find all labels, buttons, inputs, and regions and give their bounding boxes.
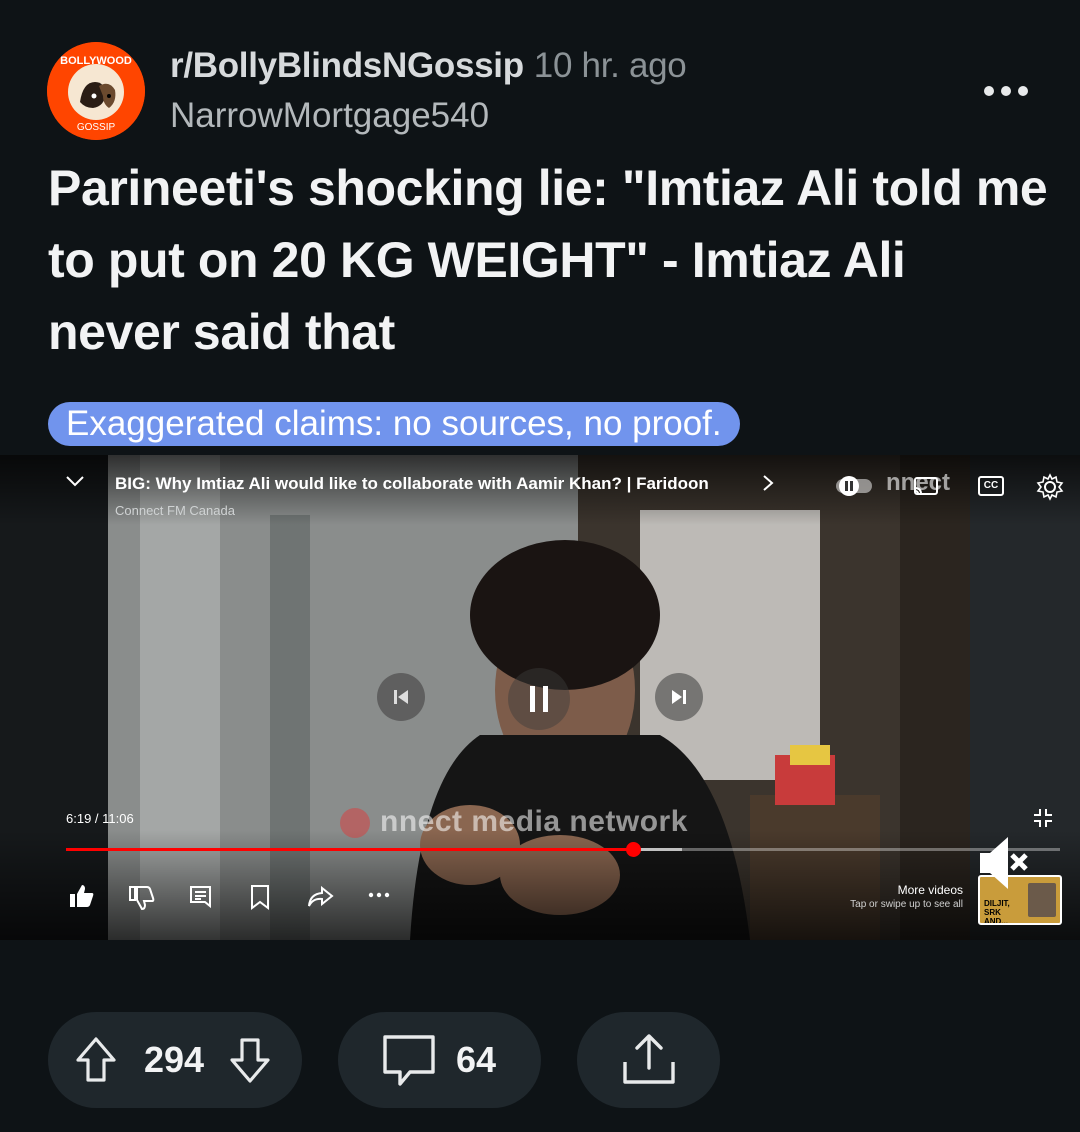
autoplay-toggle[interactable] xyxy=(836,475,876,497)
watermark-logo-icon xyxy=(340,808,370,839)
like-icon[interactable] xyxy=(68,883,96,909)
comment-count: 64 xyxy=(456,1039,497,1080)
post-title[interactable]: Parineeti's shocking lie: "Imtiaz Ali to… xyxy=(48,152,1048,368)
mute-icon[interactable] xyxy=(978,835,1038,891)
share-arrow-icon[interactable] xyxy=(306,885,334,909)
subreddit-name[interactable]: r/BollyBlindsNGossip xyxy=(170,46,524,85)
svg-text:GOSSIP: GOSSIP xyxy=(77,122,116,133)
vote-score: 294 xyxy=(144,1039,205,1080)
dislike-icon[interactable] xyxy=(128,885,156,911)
share-upload-icon xyxy=(622,1034,675,1084)
settings-gear-icon[interactable] xyxy=(1036,473,1064,501)
save-bookmark-icon[interactable] xyxy=(248,884,272,910)
cast-icon[interactable] xyxy=(912,475,940,499)
play-pause-button[interactable] xyxy=(508,668,570,730)
post-age: 10 hr. ago xyxy=(533,46,687,85)
video-player[interactable]: BIG: Why Imtiaz Ali would like to collab… xyxy=(0,455,1080,940)
dot-icon xyxy=(1018,86,1028,96)
video-timestamp: 6:19 / 11:06 xyxy=(66,811,134,826)
vote-pill: 294 xyxy=(48,1012,302,1108)
svg-text:BOLLYWOOD: BOLLYWOOD xyxy=(60,55,132,67)
captions-button[interactable]: CC xyxy=(978,476,1004,496)
post-author[interactable]: NarrowMortgage540 xyxy=(170,96,489,136)
post-meta-line: r/BollyBlindsNGossip 10 hr. ago xyxy=(170,46,687,86)
comments-button[interactable]: 64 xyxy=(338,1012,541,1108)
dot-icon xyxy=(1001,86,1011,96)
subreddit-avatar[interactable]: BOLLYWOOD GOSSIP xyxy=(47,42,145,140)
skip-previous-icon xyxy=(394,690,408,704)
upvote-arrow-icon[interactable] xyxy=(74,1036,118,1084)
next-video-button[interactable] xyxy=(655,673,703,721)
post-flair[interactable]: Exaggerated claims: no sources, no proof… xyxy=(48,402,740,446)
share-button[interactable] xyxy=(577,1012,720,1108)
previous-video-button[interactable] xyxy=(377,673,425,721)
more-options-button[interactable] xyxy=(984,76,1028,106)
chevron-right-icon[interactable] xyxy=(760,473,776,493)
dot-icon xyxy=(984,86,994,96)
exit-fullscreen-icon[interactable] xyxy=(1032,807,1054,829)
more-dots-icon[interactable] xyxy=(367,889,391,901)
video-title[interactable]: BIG: Why Imtiaz Ali would like to collab… xyxy=(115,474,735,494)
downvote-arrow-icon[interactable] xyxy=(228,1036,272,1084)
video-watermark: nnect media network xyxy=(340,805,688,839)
video-channel[interactable]: Connect FM Canada xyxy=(115,503,235,518)
skip-next-icon xyxy=(672,690,686,704)
comment-bubble-icon xyxy=(383,1035,435,1086)
more-videos-label[interactable]: More videos Tap or swipe up to see all xyxy=(830,883,963,910)
video-progress-bar xyxy=(66,848,633,851)
collapse-chevron-icon[interactable] xyxy=(64,473,86,489)
video-scrubber-handle[interactable] xyxy=(625,842,641,857)
comments-icon[interactable] xyxy=(188,884,214,910)
pause-icon xyxy=(530,686,548,712)
